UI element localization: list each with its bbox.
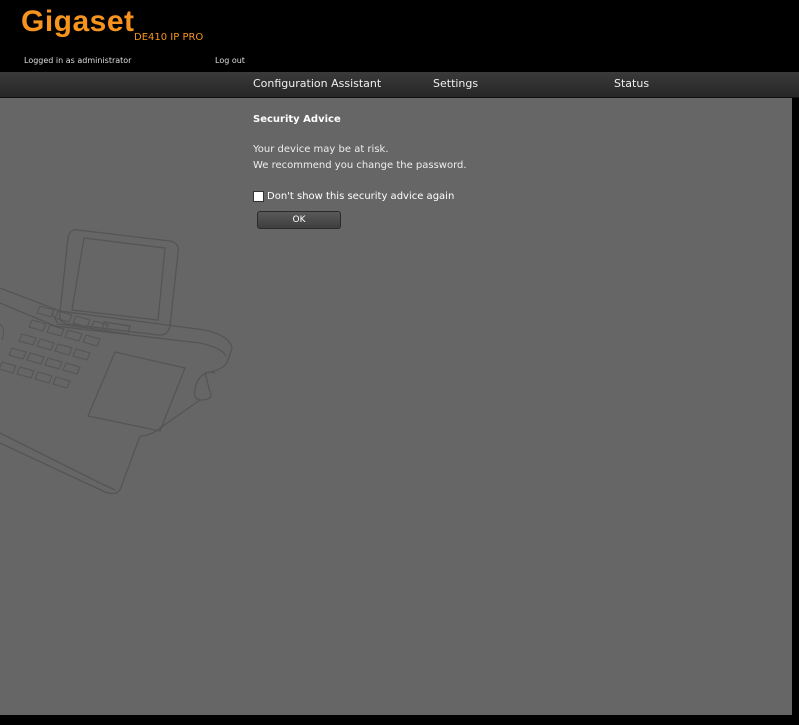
right-border bbox=[792, 98, 799, 715]
nav-status[interactable]: Status bbox=[614, 77, 649, 90]
nav-settings[interactable]: Settings bbox=[433, 77, 478, 90]
gigaset-logo: Gigaset bbox=[21, 5, 135, 38]
dont-show-again-label: Don't show this security advice again bbox=[267, 191, 455, 202]
ok-button[interactable]: OK bbox=[257, 211, 341, 229]
main-nav: Configuration Assistant Settings Status bbox=[0, 72, 799, 98]
logged-in-status: Logged in as administrator bbox=[24, 56, 132, 65]
header: Gigaset DE410 IP PRO Logged in as admini… bbox=[0, 0, 799, 72]
security-advice-dialog: Security Advice Your device may be at ri… bbox=[253, 114, 467, 229]
dont-show-again-row[interactable]: Don't show this security advice again bbox=[253, 191, 467, 202]
dialog-message-line-2: We recommend you change the password. bbox=[253, 160, 467, 171]
desk-phone-illustration bbox=[0, 229, 233, 495]
dialog-message-line-1: Your device may be at risk. bbox=[253, 144, 389, 155]
model-name: DE410 IP PRO bbox=[134, 32, 204, 43]
content-area: Security Advice Your device may be at ri… bbox=[0, 98, 792, 715]
logout-link[interactable]: Log out bbox=[215, 56, 245, 65]
dont-show-again-checkbox[interactable] bbox=[253, 191, 264, 202]
nav-configuration-assistant[interactable]: Configuration Assistant bbox=[253, 77, 381, 90]
bottom-border bbox=[0, 715, 799, 725]
dialog-title: Security Advice bbox=[253, 114, 341, 125]
